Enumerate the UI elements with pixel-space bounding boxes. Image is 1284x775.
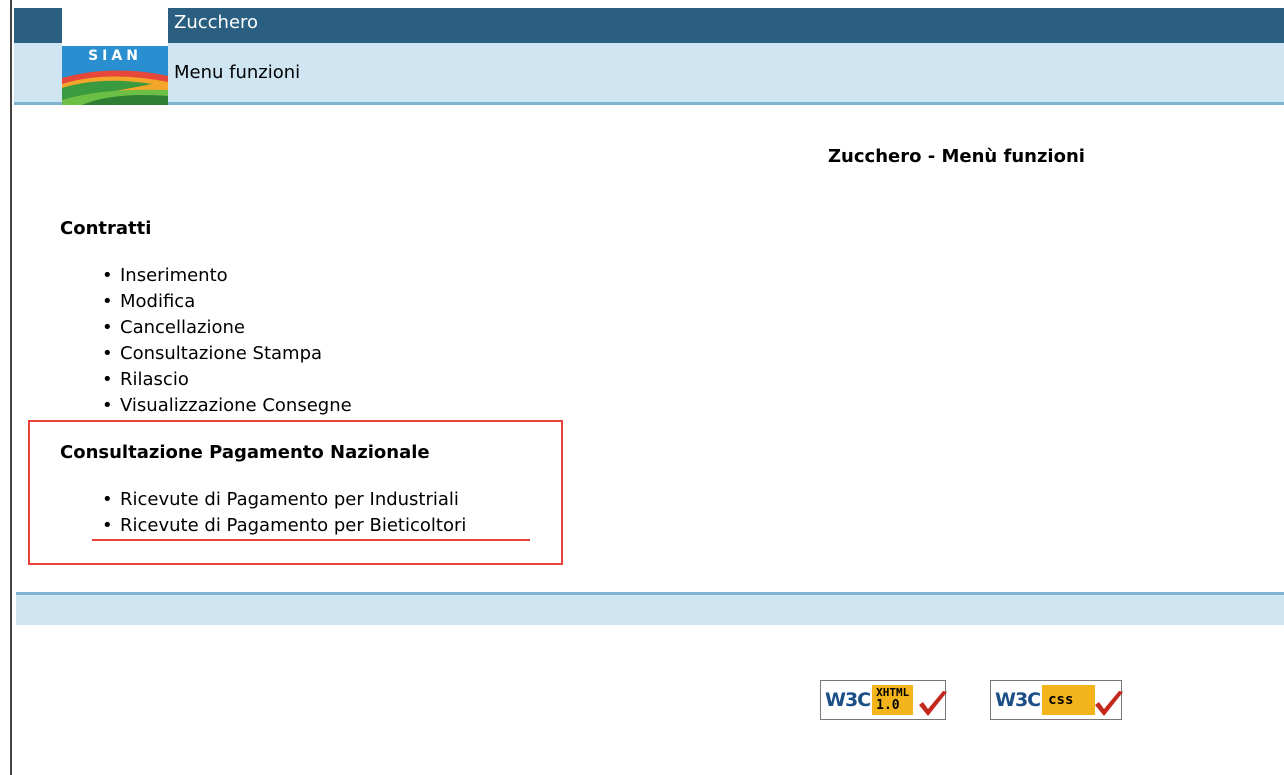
fields-icon: [62, 70, 168, 105]
list-item: Cancellazione: [100, 315, 352, 341]
list-item: Ricevute di Pagamento per Bieticoltori: [100, 513, 466, 539]
list-item: Modifica: [100, 289, 352, 315]
red-underline: [92, 539, 530, 541]
w3c-xhtml-badge[interactable]: W3C XHTML 1.0: [820, 680, 947, 720]
list-item: Consultazione Stampa: [100, 341, 352, 367]
list-item: Rilascio: [100, 367, 352, 393]
menu-list-pagamento: Ricevute di Pagamento per Industriali Ri…: [100, 487, 466, 539]
page-frame: SIAN Zucchero Menu funzioni Zucchero - M…: [0, 0, 1284, 775]
menu-link-cancellazione[interactable]: Cancellazione: [120, 317, 245, 338]
list-item: Visualizzazione Consegne: [100, 393, 352, 419]
section-title-contratti: Contratti: [60, 218, 152, 239]
footer-bar: [16, 592, 1284, 625]
top-strip: [12, 0, 1284, 8]
menu-link-modifica[interactable]: Modifica: [120, 291, 195, 312]
sian-logo[interactable]: SIAN: [62, 8, 168, 105]
menu-link-ricevute-industriali[interactable]: Ricevute di Pagamento per Industriali: [120, 489, 459, 510]
checkmark-icon: [1095, 691, 1123, 716]
list-item: Inserimento: [100, 263, 352, 289]
logo-text: SIAN: [88, 48, 142, 64]
subheader-text: Menu funzioni: [174, 62, 301, 83]
header-title: Zucchero: [174, 12, 259, 33]
menu-link-consultazione-stampa[interactable]: Consultazione Stampa: [120, 343, 322, 364]
menu-link-visualizzazione-consegne[interactable]: Visualizzazione Consegne: [120, 395, 352, 416]
section-title-pagamento: Consultazione Pagamento Nazionale: [60, 442, 430, 463]
menu-list-contratti: Inserimento Modifica Cancellazione Consu…: [100, 263, 352, 419]
css-tag: css: [1042, 685, 1096, 715]
menu-link-ricevute-bieticoltori[interactable]: Ricevute di Pagamento per Bieticoltori: [120, 515, 466, 536]
left-border: [0, 0, 12, 775]
xhtml-tag: XHTML 1.0: [872, 685, 914, 715]
menu-link-inserimento[interactable]: Inserimento: [120, 265, 228, 286]
css-text: css: [1048, 692, 1074, 708]
list-item: Ricevute di Pagamento per Industriali: [100, 487, 466, 513]
checkmark-icon: [919, 691, 947, 716]
logo-white-area: [62, 8, 168, 46]
w3c-css-badge[interactable]: W3C css: [990, 680, 1123, 720]
menu-link-rilascio[interactable]: Rilascio: [120, 369, 189, 390]
xhtml-version: 1.0: [876, 698, 900, 713]
w3c-label: W3C: [995, 689, 1041, 711]
page-title: Zucchero - Menù funzioni: [828, 146, 1085, 167]
w3c-label: W3C: [825, 689, 871, 711]
